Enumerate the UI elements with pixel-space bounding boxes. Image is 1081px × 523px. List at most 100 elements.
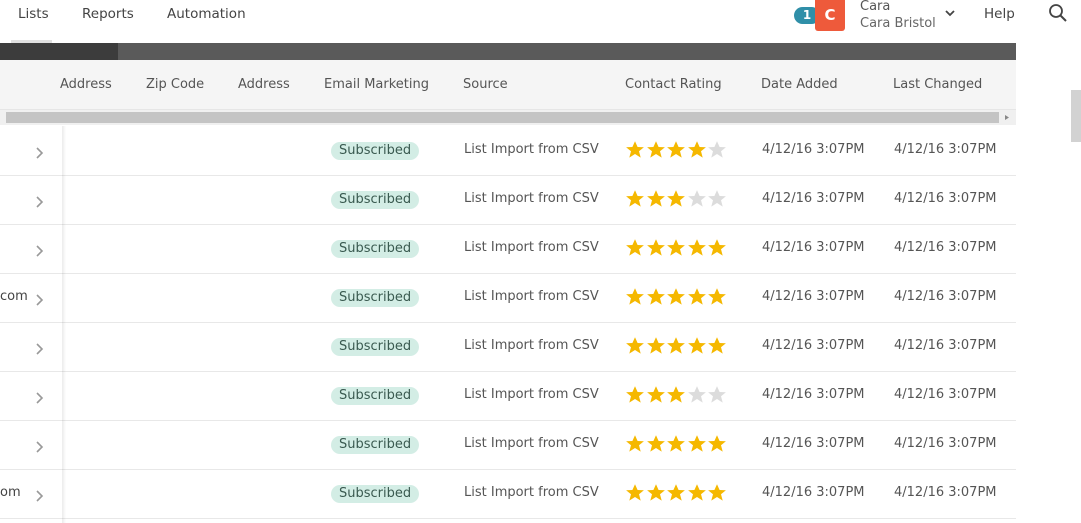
star-empty-icon[interactable]: [687, 385, 707, 405]
chevron-right-icon[interactable]: [34, 146, 46, 160]
source-cell: List Import from CSV: [464, 436, 599, 451]
table-row[interactable]: Subscribed List Import from CSV 4/12/16 3:…: [0, 421, 1016, 470]
star-empty-icon[interactable]: [707, 140, 727, 160]
last-changed-cell: 4/12/16 3:07PM: [894, 387, 997, 402]
user-first-name[interactable]: Cara: [860, 0, 890, 14]
star-filled-icon[interactable]: [666, 287, 686, 307]
table-row[interactable]: Subscribed List Import from CSV 4/12/16 3:…: [0, 176, 1016, 225]
star-filled-icon[interactable]: [625, 483, 645, 503]
col-header-address[interactable]: Address: [60, 77, 112, 92]
star-filled-icon[interactable]: [687, 140, 707, 160]
nav-reports[interactable]: Reports: [82, 6, 134, 22]
chevron-right-icon[interactable]: [34, 391, 46, 405]
contact-rating[interactable]: [625, 238, 728, 260]
star-filled-icon[interactable]: [707, 287, 727, 307]
col-header-last-changed[interactable]: Last Changed: [893, 77, 982, 92]
star-filled-icon[interactable]: [646, 238, 666, 258]
contact-rating[interactable]: [625, 287, 728, 309]
star-filled-icon[interactable]: [666, 189, 686, 209]
star-filled-icon[interactable]: [625, 336, 645, 356]
star-filled-icon[interactable]: [625, 287, 645, 307]
search-icon[interactable]: [1048, 3, 1068, 23]
toolbar-bar: [0, 43, 1016, 60]
horizontal-scrollbar-thumb[interactable]: [6, 112, 999, 123]
star-filled-icon[interactable]: [666, 434, 686, 454]
contact-rating[interactable]: [625, 483, 728, 505]
star-filled-icon[interactable]: [646, 140, 666, 160]
star-filled-icon[interactable]: [707, 483, 727, 503]
source-cell: List Import from CSV: [464, 289, 599, 304]
chevron-right-icon[interactable]: [34, 440, 46, 454]
vertical-scrollbar-thumb[interactable]: [1071, 90, 1081, 142]
chevron-down-icon[interactable]: [942, 6, 958, 20]
table-row[interactable]: Subscribed List Import from CSV 4/12/16 3:…: [0, 127, 1016, 176]
contact-rating[interactable]: [625, 385, 728, 407]
star-filled-icon[interactable]: [625, 238, 645, 258]
star-filled-icon[interactable]: [625, 385, 645, 405]
source-cell: List Import from CSV: [464, 338, 599, 353]
email-cell: om: [0, 485, 21, 500]
star-filled-icon[interactable]: [646, 385, 666, 405]
contact-rating[interactable]: [625, 189, 728, 211]
star-filled-icon[interactable]: [666, 238, 686, 258]
chevron-right-icon[interactable]: [34, 293, 46, 307]
scroll-right-arrow-icon[interactable]: [1003, 112, 1011, 123]
star-filled-icon[interactable]: [666, 140, 686, 160]
star-filled-icon[interactable]: [687, 434, 707, 454]
date-added-cell: 4/12/16 3:07PM: [762, 338, 865, 353]
contact-rating[interactable]: [625, 336, 728, 358]
star-filled-icon[interactable]: [625, 189, 645, 209]
contact-rating[interactable]: [625, 140, 728, 162]
star-filled-icon[interactable]: [625, 434, 645, 454]
col-header-date-added[interactable]: Date Added: [761, 77, 838, 92]
star-filled-icon[interactable]: [646, 336, 666, 356]
col-header-address-2[interactable]: Address: [238, 77, 290, 92]
help-link[interactable]: Help: [984, 6, 1015, 22]
last-changed-cell: 4/12/16 3:07PM: [894, 191, 997, 206]
star-filled-icon[interactable]: [666, 385, 686, 405]
nav-automation[interactable]: Automation: [167, 6, 246, 22]
user-full-name[interactable]: Cara Bristol: [860, 16, 936, 31]
chevron-right-icon[interactable]: [34, 489, 46, 503]
chevron-right-icon[interactable]: [34, 244, 46, 258]
star-filled-icon[interactable]: [646, 287, 666, 307]
star-filled-icon[interactable]: [666, 336, 686, 356]
star-filled-icon[interactable]: [687, 483, 707, 503]
star-filled-icon[interactable]: [687, 238, 707, 258]
last-changed-cell: 4/12/16 3:07PM: [894, 240, 997, 255]
date-added-cell: 4/12/16 3:07PM: [762, 387, 865, 402]
table-row[interactable]: om Subscribed List Import from CSV 4/12/16 …: [0, 470, 1016, 519]
star-filled-icon[interactable]: [646, 483, 666, 503]
chevron-right-icon[interactable]: [34, 195, 46, 209]
star-empty-icon[interactable]: [707, 189, 727, 209]
star-filled-icon[interactable]: [625, 140, 645, 160]
star-filled-icon[interactable]: [707, 336, 727, 356]
table-row[interactable]: Subscribed List Import from CSV 4/12/16 3:…: [0, 372, 1016, 421]
last-changed-cell: 4/12/16 3:07PM: [894, 436, 997, 451]
star-filled-icon[interactable]: [707, 434, 727, 454]
chevron-right-icon[interactable]: [34, 342, 46, 356]
table-row[interactable]: com Subscribed List Import from CSV 4/12/16…: [0, 274, 1016, 323]
table-row[interactable]: Subscribed List Import from CSV 4/12/16 3:…: [0, 225, 1016, 274]
avatar[interactable]: C: [815, 0, 845, 31]
col-header-zip-code[interactable]: Zip Code: [146, 77, 204, 92]
star-empty-icon[interactable]: [687, 189, 707, 209]
star-filled-icon[interactable]: [687, 287, 707, 307]
star-filled-icon[interactable]: [646, 434, 666, 454]
last-changed-cell: 4/12/16 3:07PM: [894, 289, 997, 304]
star-filled-icon[interactable]: [646, 189, 666, 209]
star-empty-icon[interactable]: [707, 385, 727, 405]
source-cell: List Import from CSV: [464, 387, 599, 402]
star-filled-icon[interactable]: [666, 483, 686, 503]
nav-lists[interactable]: Lists: [18, 6, 49, 22]
star-filled-icon[interactable]: [687, 336, 707, 356]
col-header-contact-rating[interactable]: Contact Rating: [625, 77, 722, 92]
col-header-email-marketing[interactable]: Email Marketing: [324, 77, 429, 92]
col-header-source[interactable]: Source: [463, 77, 508, 92]
date-added-cell: 4/12/16 3:07PM: [762, 289, 865, 304]
star-filled-icon[interactable]: [707, 238, 727, 258]
contact-rating[interactable]: [625, 434, 728, 456]
table-row[interactable]: Subscribed List Import from CSV 4/12/16 3:…: [0, 323, 1016, 372]
email-cell: com: [0, 289, 28, 304]
top-nav: Lists Reports Automation 1 C Cara Cara B…: [0, 0, 1081, 43]
